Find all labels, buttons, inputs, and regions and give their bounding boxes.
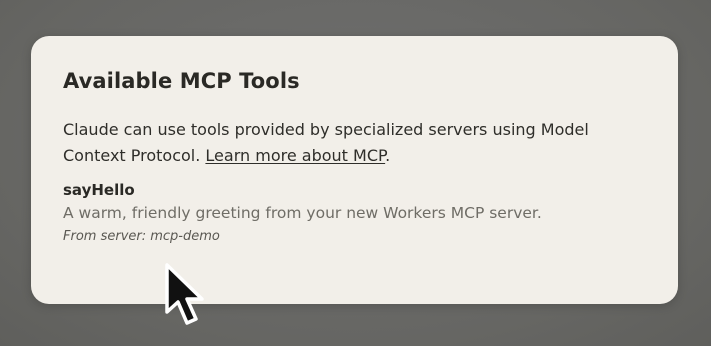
learn-more-link[interactable]: Learn more about MCP (205, 146, 385, 165)
dialog-title: Available MCP Tools (63, 69, 300, 93)
dialog-description: Claude can use tools provided by special… (63, 117, 643, 169)
tool-description: A warm, friendly greeting from your new … (63, 204, 542, 222)
tool-name: sayHello (63, 181, 135, 199)
arrow-pointer-icon (165, 263, 204, 325)
tool-server-label: From server: mcp-demo (63, 229, 220, 244)
mcp-tools-dialog: Available MCP Tools Claude can use tools… (31, 36, 678, 304)
tool-item: sayHello A warm, friendly greeting from … (63, 179, 646, 247)
description-period: . (385, 146, 391, 165)
